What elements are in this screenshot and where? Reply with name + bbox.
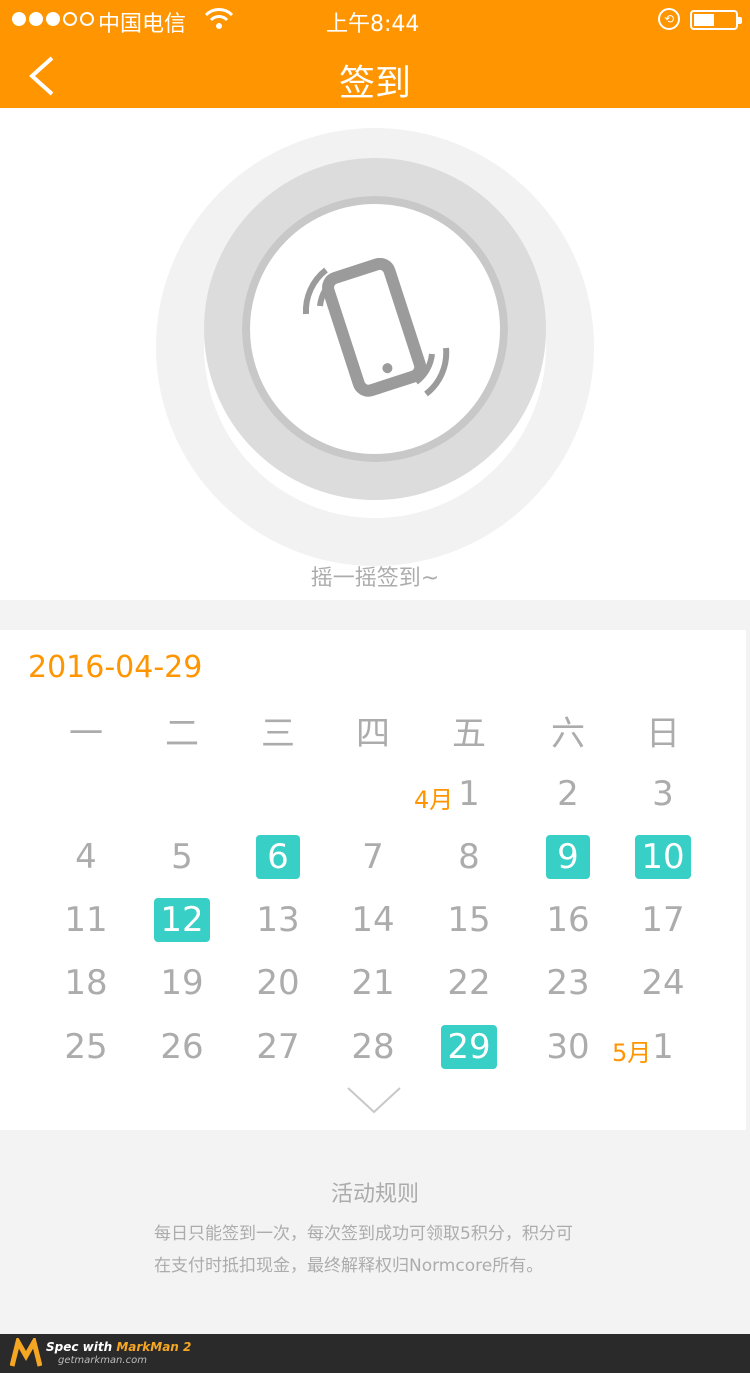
calendar-day[interactable]: 8: [447, 835, 491, 879]
status-bar: 中国电信 上午8:44 ⟲: [0, 0, 750, 40]
weekday-label: 日: [646, 714, 680, 754]
calendar-day[interactable]: 5: [160, 835, 204, 879]
shake-section: 摇一摇签到~: [0, 108, 750, 600]
calendar-day[interactable]: 17: [635, 898, 691, 942]
month-marker-april: 4月: [414, 786, 454, 814]
calendar-day[interactable]: 21: [345, 961, 401, 1005]
calendar-day[interactable]: 15: [441, 898, 497, 942]
calendar-day-signed[interactable]: 12: [154, 898, 210, 942]
rules-line: 每日只能签到一次，每次签到成功可领取5积分，积分可: [154, 1224, 573, 1244]
chevron-down-icon[interactable]: [346, 1086, 402, 1116]
calendar-day[interactable]: 1: [447, 772, 491, 816]
calendar-day[interactable]: 3: [641, 772, 685, 816]
calendar-day[interactable]: 7: [351, 835, 395, 879]
calendar: 2016-04-29 一二三四五六日 1 2 3 4 5 6 7 8 9 10 11 12 13 14 15 1…: [0, 630, 746, 1130]
calendar-day[interactable]: 24: [635, 961, 691, 1005]
calendar-day[interactable]: 30: [540, 1025, 596, 1069]
carrier-name: 中国电信: [98, 12, 187, 37]
calendar-date: 2016-04-29: [28, 650, 203, 685]
rules-title: 活动规则: [330, 1182, 419, 1207]
status-time: 上午8:44: [326, 12, 420, 37]
calendar-day[interactable]: 4: [64, 835, 108, 879]
calendar-day-signed[interactable]: 6: [256, 835, 300, 879]
rules-line: 在支付时抵扣现金，最终解释权归Normcore所有。: [154, 1256, 544, 1276]
weekday-label: 四: [356, 714, 390, 754]
calendar-day[interactable]: 18: [58, 961, 114, 1005]
calendar-day[interactable]: 23: [540, 961, 596, 1005]
calendar-day[interactable]: 13: [250, 898, 306, 942]
weekday-label: 三: [261, 714, 295, 754]
month-marker-may: 5月: [612, 1039, 652, 1067]
calendar-day[interactable]: 11: [58, 898, 114, 942]
rules-text: 每日只能签到一次，每次签到成功可领取5积分，积分可 在支付时抵扣现金，最终解释权…: [154, 1218, 604, 1282]
weekday-label: 六: [551, 714, 585, 754]
calendar-day[interactable]: 2: [546, 772, 590, 816]
calendar-day[interactable]: 25: [58, 1025, 114, 1069]
calendar-day[interactable]: 28: [345, 1025, 401, 1069]
weekday-label: 五: [452, 714, 486, 754]
signal-strength-icon: [12, 12, 94, 26]
markman-footer: Spec with MarkMan 2 getmarkman.com: [0, 1334, 750, 1373]
weekday-label: 二: [165, 714, 199, 754]
calendar-day-signed[interactable]: 29: [441, 1025, 497, 1069]
battery-icon: [690, 10, 742, 30]
calendar-day[interactable]: 20: [250, 961, 306, 1005]
shake-hint: 摇一摇签到~: [310, 566, 440, 591]
phone-shake-icon: [302, 258, 450, 397]
wifi-icon: [204, 6, 234, 36]
markman-url: getmarkman.com: [58, 1355, 147, 1366]
weekday-label: 一: [69, 714, 103, 754]
calendar-day[interactable]: 26: [154, 1025, 210, 1069]
calendar-day[interactable]: 19: [154, 961, 210, 1005]
calendar-day[interactable]: 14: [345, 898, 401, 942]
calendar-day[interactable]: 22: [441, 961, 497, 1005]
calendar-day-signed[interactable]: 10: [635, 835, 691, 879]
header: 中国电信 上午8:44 ⟲ 签到: [0, 0, 750, 108]
rotation-lock-icon: ⟲: [658, 8, 680, 30]
calendar-day[interactable]: 16: [540, 898, 596, 942]
markman-logo-icon: [10, 1338, 42, 1367]
calendar-day[interactable]: 27: [250, 1025, 306, 1069]
calendar-day-signed[interactable]: 9: [546, 835, 590, 879]
page-title: 签到: [338, 63, 411, 104]
markman-tagline: Spec with MarkMan 2: [46, 1340, 192, 1354]
